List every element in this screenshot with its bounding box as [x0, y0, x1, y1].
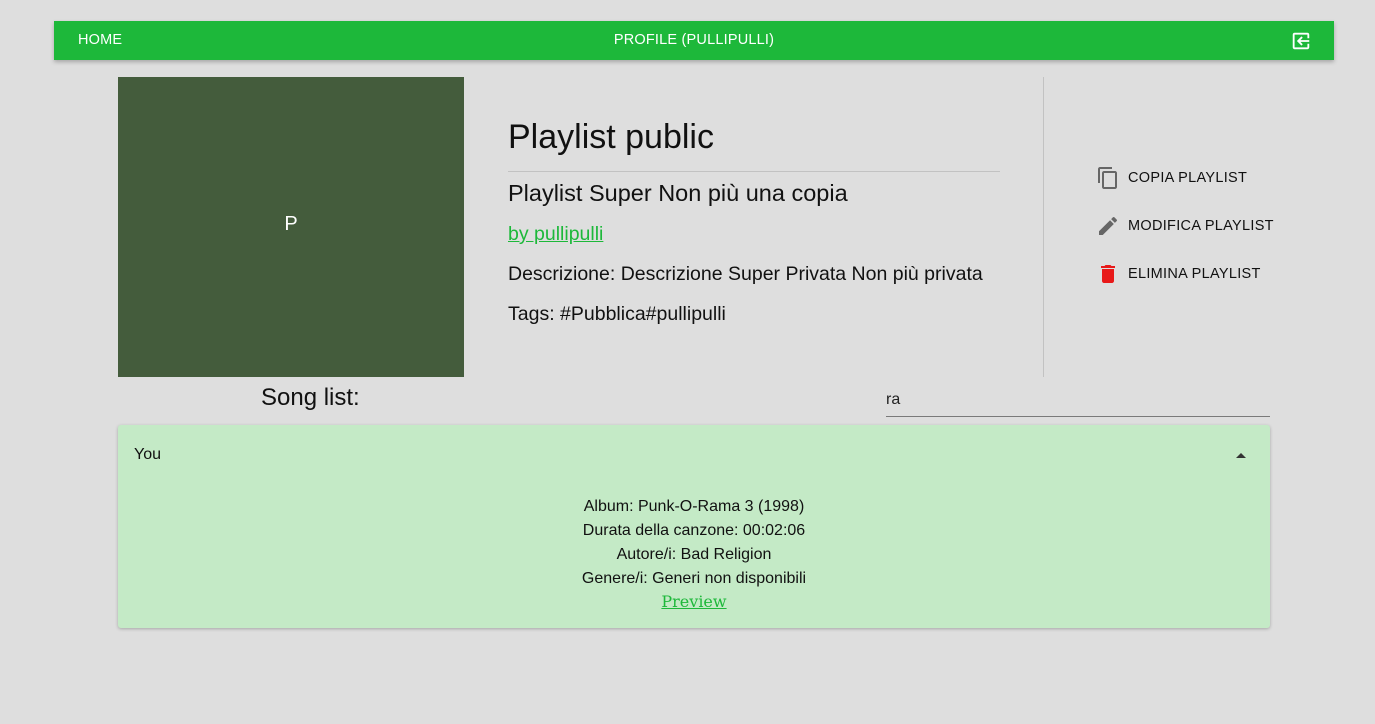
copy-icon	[1096, 166, 1120, 190]
song-panel: You Album: Punk-O-Rama 3 (1998) Durata d…	[118, 425, 1270, 628]
nav-profile-link[interactable]: PROFILE (PULLIPULLI)	[614, 32, 774, 48]
edit-playlist-button[interactable]: MODIFICA PLAYLIST	[1096, 213, 1274, 239]
song-list-title: Song list:	[261, 384, 360, 411]
playlist-type-title: Playlist public	[508, 118, 714, 156]
copy-playlist-label: COPIA PLAYLIST	[1128, 170, 1248, 186]
info-divider	[508, 171, 1000, 172]
trash-icon	[1096, 262, 1120, 286]
top-navbar: HOME PROFILE (PULLIPULLI)	[54, 21, 1334, 60]
playlist-owner-link[interactable]: by pullipulli	[508, 223, 603, 246]
playlist-cover-letter: P	[284, 212, 298, 235]
song-authors: Autore/i: Bad Religion	[616, 546, 772, 563]
logout-icon[interactable]	[1290, 30, 1312, 52]
playlist-name: Playlist Super Non più una copia	[508, 180, 848, 206]
song-panel-header[interactable]: You	[118, 425, 1270, 485]
copy-playlist-button[interactable]: COPIA PLAYLIST	[1096, 165, 1247, 191]
playlist-tags: Tags: #Pubblica#pullipulli	[508, 303, 726, 325]
song-genres: Genere/i: Generi non disponibili	[581, 570, 807, 587]
song-title: You	[134, 446, 161, 463]
song-preview-link[interactable]: Preview	[661, 592, 726, 611]
playlist-cover: P	[118, 77, 464, 377]
delete-playlist-label: ELIMINA PLAYLIST	[1128, 266, 1261, 282]
chevron-up-icon[interactable]	[1236, 453, 1246, 458]
nav-home-link[interactable]: HOME	[78, 21, 122, 60]
logout-icon-svg	[1292, 32, 1310, 50]
song-album: Album: Punk-O-Rama 3 (1998)	[583, 498, 805, 515]
delete-playlist-button[interactable]: ELIMINA PLAYLIST	[1096, 261, 1261, 287]
edit-playlist-label: MODIFICA PLAYLIST	[1128, 218, 1274, 234]
nav-profile-container: PROFILE (PULLIPULLI)	[54, 21, 1334, 60]
song-details: Album: Punk-O-Rama 3 (1998) Durata della…	[118, 495, 1270, 615]
song-duration: Durata della canzone: 00:02:06	[582, 522, 806, 539]
vertical-divider	[1043, 77, 1044, 377]
playlist-description: Descrizione: Descrizione Super Privata N…	[508, 263, 983, 285]
song-search-input[interactable]	[886, 384, 1270, 417]
pencil-icon	[1096, 214, 1120, 238]
